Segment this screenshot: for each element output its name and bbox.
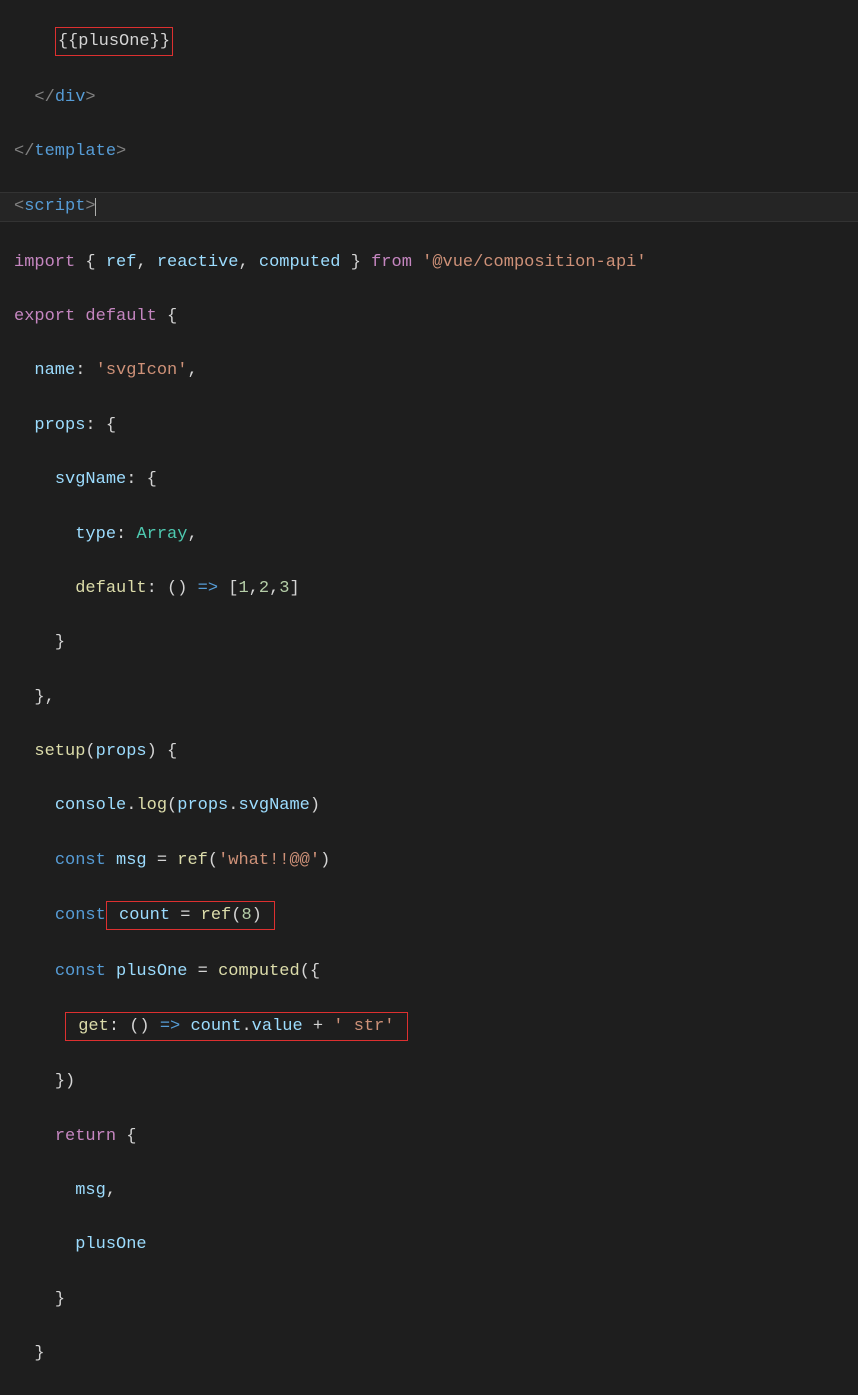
kw-from: from xyxy=(371,253,412,272)
code-line: } xyxy=(14,629,844,656)
kw-return: return xyxy=(55,1127,116,1146)
import-path: '@vue/composition-api' xyxy=(422,253,646,272)
closing-tag-div: div xyxy=(55,88,86,107)
code-line: plusOne xyxy=(14,1231,844,1258)
mustache-open: {{ xyxy=(58,32,78,51)
highlight-box: get: () => count.value + ' str' xyxy=(65,1012,408,1041)
mustache-close: }} xyxy=(150,32,170,51)
kw-export: export xyxy=(14,307,75,326)
code-line: }, xyxy=(14,684,844,711)
code-line: import { ref, reactive, computed } from … xyxy=(14,249,844,276)
code-line: return { xyxy=(14,1123,844,1150)
code-line: export default { xyxy=(14,303,844,330)
code-line: props: { xyxy=(14,412,844,439)
code-line: type: Array, xyxy=(14,521,844,548)
code-line: {{plusOne}} xyxy=(14,27,844,56)
closing-tag-template: template xyxy=(34,142,116,161)
code-line: default: () => [1,2,3] xyxy=(14,575,844,602)
interpolation-var: plusOne xyxy=(78,32,149,51)
highlight-box: {{plusOne}} xyxy=(55,27,173,56)
code-line: </div> xyxy=(14,84,844,111)
kw-default: default xyxy=(85,307,156,326)
code-line: const plusOne = computed({ xyxy=(14,958,844,985)
code-line: } xyxy=(14,1340,844,1367)
code-line: setup(props) { xyxy=(14,738,844,765)
code-editor[interactable]: {{plusOne}} </div> </template> <script> … xyxy=(0,0,858,1395)
code-line: svgName: { xyxy=(14,466,844,493)
code-line: name: 'svgIcon', xyxy=(14,357,844,384)
setup-fn: setup xyxy=(34,742,85,761)
current-line: <script> xyxy=(0,192,858,221)
highlight-box: count = ref(8) xyxy=(106,901,275,930)
script-tag: script xyxy=(24,197,85,216)
code-line: get: () => count.value + ' str' xyxy=(14,1012,844,1041)
code-line: msg, xyxy=(14,1177,844,1204)
code-line: const count = ref(8) xyxy=(14,901,844,930)
cursor xyxy=(95,198,96,217)
code-line: } xyxy=(14,1286,844,1313)
code-line: console.log(props.svgName) xyxy=(14,792,844,819)
kw-import: import xyxy=(14,253,75,272)
code-line: </template> xyxy=(14,138,844,165)
code-line: }) xyxy=(14,1068,844,1095)
code-line: const msg = ref('what!!@@') xyxy=(14,847,844,874)
